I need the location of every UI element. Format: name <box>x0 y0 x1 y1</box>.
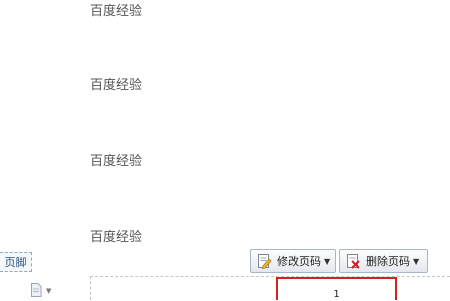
chevron-down-icon: ▼ <box>324 256 331 266</box>
footer-section-label: 页脚 <box>0 252 32 272</box>
body-text-line: 百度经验 <box>90 230 143 245</box>
chevron-down-icon: ▼ <box>46 287 52 295</box>
body-text-line: 百度经验 <box>90 4 143 19</box>
page-number-value: 1 <box>333 289 340 300</box>
modify-page-number-button[interactable]: 修改页码 ▼ <box>250 249 336 273</box>
footer-margin-guide <box>90 276 91 300</box>
delete-page-icon <box>345 253 361 269</box>
modify-page-number-label: 修改页码 <box>277 255 321 268</box>
page-number-field[interactable]: 1 <box>276 277 397 300</box>
body-text-line: 百度经验 <box>90 154 143 169</box>
chevron-down-icon: ▼ <box>413 256 420 266</box>
delete-page-number-button[interactable]: 删除页码 ▼ <box>339 249 428 273</box>
page-icon <box>30 282 42 301</box>
margin-page-button[interactable]: ▼ <box>30 282 56 301</box>
body-text-line: 百度经验 <box>90 78 143 93</box>
edit-page-icon <box>256 253 272 270</box>
delete-page-number-label: 删除页码 <box>366 255 410 268</box>
